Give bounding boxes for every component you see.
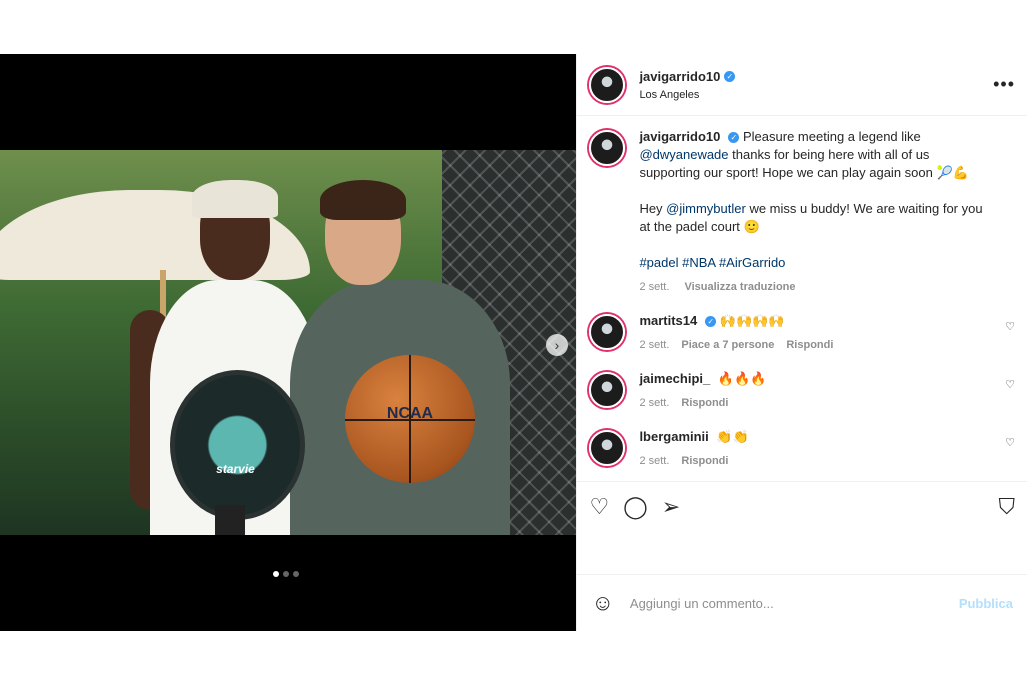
mention-link[interactable]: @dwyanewade: [639, 147, 728, 162]
bookmark-icon[interactable]: ⛉: [998, 494, 1015, 520]
comment-text: 🙌🙌🙌🙌: [719, 313, 785, 328]
comment-text: 🔥🔥🔥: [717, 371, 767, 386]
verified-icon: ✓: [705, 316, 717, 328]
comment-like-icon[interactable]: ♡: [1005, 378, 1015, 391]
caption-meta: 2 sett. Visualizza traduzione: [639, 278, 989, 296]
caption-text-1: Pleasure meeting a legend like: [743, 129, 921, 144]
add-comment-bar: ☺ Pubblica: [577, 574, 1027, 631]
hashtags[interactable]: #padel #NBA #AirGarrido: [639, 254, 989, 272]
comment-meta: 2 sett. Rispondi: [639, 452, 989, 470]
caption-time[interactable]: 2 sett.: [639, 281, 669, 293]
avatar[interactable]: [589, 430, 626, 466]
comment-like-icon[interactable]: ♡: [1005, 320, 1015, 333]
share-icon[interactable]: ➢: [662, 494, 680, 520]
comment-likes[interactable]: Piace a 7 persone: [681, 339, 774, 351]
comment-body: lbergaminii 👏👏 2 sett. Rispondi: [639, 428, 989, 470]
carousel-dot: [283, 571, 289, 577]
comment-meta: 2 sett. Rispondi: [639, 394, 989, 412]
comment-time[interactable]: 2 sett.: [639, 397, 669, 409]
comment-time[interactable]: 2 sett.: [639, 455, 669, 467]
post-location[interactable]: Los Angeles: [639, 89, 735, 101]
person-left-cap: [192, 180, 278, 218]
action-bar: ♡ ◯ ➢ ⛉: [577, 481, 1027, 532]
post-header: javigarrido10 ✓ Los Angeles •••: [577, 54, 1027, 116]
caption-text-3: Hey: [639, 201, 667, 216]
post-photo[interactable]: starvie NCAA: [0, 150, 577, 535]
caption-body: javigarrido10 ✓ Pleasure meeting a legend…: [639, 128, 989, 296]
avatar[interactable]: [589, 130, 626, 166]
comment-body: martits14 ✓ 🙌🙌🙌🙌 2 sett. Piace a 7 persone R…: [639, 312, 989, 354]
like-icon[interactable]: ♡: [589, 494, 609, 520]
publish-button[interactable]: Pubblica: [959, 596, 1013, 611]
padel-racket-handle: [215, 505, 245, 535]
racket-brand: starvie: [216, 462, 255, 476]
comment-row: martits14 ✓ 🙌🙌🙌🙌 2 sett. Piace a 7 persone R…: [589, 312, 1015, 354]
comment-author[interactable]: lbergaminii: [639, 429, 708, 444]
reply-button[interactable]: Rispondi: [786, 339, 833, 351]
carousel-dots: [273, 571, 299, 577]
avatar[interactable]: [589, 66, 626, 103]
caption-paragraph-2: Hey @jimmybutler we miss u buddy! We are…: [639, 200, 989, 236]
comment-text: 👏👏: [716, 429, 749, 444]
comment-input[interactable]: [627, 594, 959, 612]
comment-text-row: martits14 ✓ 🙌🙌🙌🙌: [639, 312, 989, 330]
caption-author[interactable]: javigarrido10: [639, 129, 720, 144]
emoji-icon[interactable]: ☺: [591, 590, 613, 616]
carousel-dot: [293, 571, 299, 577]
basketball: NCAA: [345, 355, 475, 483]
ball-label: NCAA: [386, 405, 434, 422]
reply-button[interactable]: Rispondi: [681, 397, 728, 409]
avatar[interactable]: [589, 314, 626, 350]
verified-icon: ✓: [724, 71, 736, 83]
post-author-block: javigarrido10 ✓ Los Angeles: [639, 68, 736, 101]
reply-button[interactable]: Rispondi: [681, 455, 728, 467]
comment-text-row: jaimechipi_ 🔥🔥🔥: [639, 370, 989, 388]
verified-icon: ✓: [728, 132, 740, 144]
comment-time[interactable]: 2 sett.: [639, 339, 669, 351]
caption: javigarrido10 ✓ Pleasure meeting a legend…: [589, 128, 1015, 296]
comment-row: jaimechipi_ 🔥🔥🔥 2 sett. Rispondi ♡: [589, 370, 1015, 412]
padel-racket: [170, 370, 305, 520]
comment-author[interactable]: jaimechipi_: [639, 371, 710, 386]
caption-text: javigarrido10 ✓ Pleasure meeting a legend…: [639, 128, 989, 182]
carousel-next-button[interactable]: ›: [546, 334, 568, 356]
translate-link[interactable]: Visualizza traduzione: [684, 281, 795, 293]
comment-author[interactable]: martits14: [639, 313, 697, 328]
person-right-hair: [320, 180, 406, 220]
comment-text-row: lbergaminii 👏👏: [639, 428, 989, 446]
post-sidebar: javigarrido10 ✓ Los Angeles ••• javigarri…: [576, 54, 1027, 631]
avatar[interactable]: [589, 372, 626, 408]
mention-link[interactable]: @jimmybutler: [666, 201, 746, 216]
comment-body: jaimechipi_ 🔥🔥🔥 2 sett. Rispondi: [639, 370, 989, 412]
post-modal: starvie NCAA › javigarrido10 ✓ Los Angele…: [0, 54, 1027, 631]
post-media: starvie NCAA ›: [0, 54, 577, 631]
comments-list[interactable]: javigarrido10 ✓ Pleasure meeting a legend…: [577, 116, 1027, 481]
more-options-icon[interactable]: •••: [993, 74, 1015, 95]
comment-meta: 2 sett. Piace a 7 persone Rispondi: [639, 336, 989, 354]
post-author[interactable]: javigarrido10: [639, 69, 720, 84]
comment-row: lbergaminii 👏👏 2 sett. Rispondi ♡: [589, 428, 1015, 470]
comment-rows: martits14 ✓ 🙌🙌🙌🙌 2 sett. Piace a 7 persone R…: [589, 312, 1015, 481]
comment-like-icon[interactable]: ♡: [1005, 436, 1015, 449]
post-author-row: javigarrido10 ✓: [639, 68, 736, 86]
carousel-dot: [273, 571, 279, 577]
comment-icon[interactable]: ◯: [623, 494, 648, 520]
